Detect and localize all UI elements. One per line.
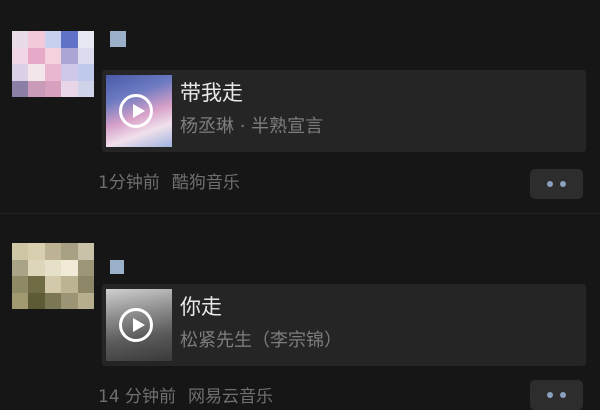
song-artist: 杨丞琳 · 半熟宣言 bbox=[180, 116, 324, 137]
more-dots-icon bbox=[560, 392, 566, 398]
more-options-button[interactable] bbox=[530, 380, 583, 410]
avatar[interactable] bbox=[12, 243, 94, 309]
username-placeholder[interactable] bbox=[110, 260, 124, 274]
music-share-card[interactable]: 带我走 杨丞琳 · 半熟宣言 bbox=[102, 70, 586, 152]
more-options-button[interactable] bbox=[530, 169, 583, 199]
album-cover bbox=[106, 75, 172, 147]
song-title: 你走 bbox=[180, 295, 222, 319]
feed-post: 你走 松紧先生（李宗锦） 14 分钟前 网易云音乐 bbox=[0, 214, 600, 410]
post-meta: 14 分钟前 网易云音乐 bbox=[98, 386, 273, 408]
avatar[interactable] bbox=[12, 31, 94, 97]
album-cover bbox=[106, 289, 172, 361]
feed-post: 带我走 杨丞琳 · 半熟宣言 1分钟前 酷狗音乐 bbox=[0, 0, 600, 213]
post-time: 14 分钟前 bbox=[98, 387, 177, 407]
play-icon[interactable] bbox=[119, 308, 153, 342]
post-source[interactable]: 酷狗音乐 bbox=[172, 173, 240, 193]
post-source[interactable]: 网易云音乐 bbox=[188, 387, 273, 407]
play-icon[interactable] bbox=[119, 94, 153, 128]
more-dots-icon bbox=[547, 392, 553, 398]
song-title: 带我走 bbox=[180, 81, 243, 105]
music-share-card[interactable]: 你走 松紧先生（李宗锦） bbox=[102, 284, 586, 366]
post-meta: 1分钟前 酷狗音乐 bbox=[98, 172, 240, 194]
song-artist: 松紧先生（李宗锦） bbox=[180, 330, 342, 351]
username-placeholder[interactable] bbox=[110, 31, 126, 47]
more-dots-icon bbox=[547, 181, 553, 187]
post-time: 1分钟前 bbox=[98, 173, 160, 193]
more-dots-icon bbox=[560, 181, 566, 187]
